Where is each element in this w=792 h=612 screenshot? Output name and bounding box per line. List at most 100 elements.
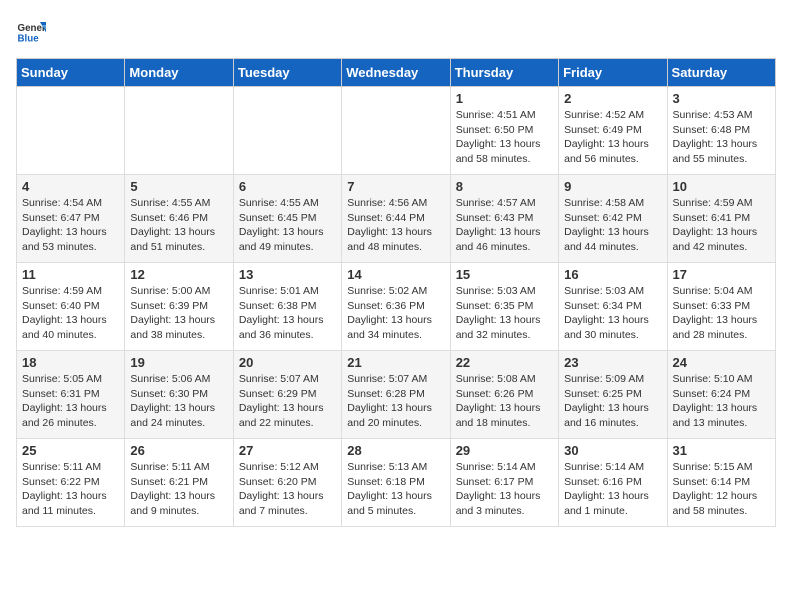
day-info: Sunrise: 4:59 AM Sunset: 6:40 PM Dayligh… xyxy=(22,284,119,343)
calendar-cell: 31Sunrise: 5:15 AM Sunset: 6:14 PM Dayli… xyxy=(667,439,775,527)
day-number: 15 xyxy=(456,267,553,282)
calendar-cell: 3Sunrise: 4:53 AM Sunset: 6:48 PM Daylig… xyxy=(667,87,775,175)
day-number: 17 xyxy=(673,267,770,282)
day-number: 18 xyxy=(22,355,119,370)
header-tuesday: Tuesday xyxy=(233,59,341,87)
day-number: 10 xyxy=(673,179,770,194)
calendar-cell: 13 Sunrise: 5:01 AM Sunset: 6:38 PM Dayli… xyxy=(233,263,341,351)
calendar-cell: 26Sunrise: 5:11 AM Sunset: 6:21 PM Dayli… xyxy=(125,439,233,527)
calendar-cell: 19 Sunrise: 5:06 AM Sunset: 6:30 PM Dayli… xyxy=(125,351,233,439)
day-number: 5 xyxy=(130,179,227,194)
day-info: Sunrise: 5:15 AM Sunset: 6:14 PM Dayligh… xyxy=(673,460,770,519)
day-info: Sunrise: 5:07 AM Sunset: 6:28 PM Dayligh… xyxy=(347,372,444,431)
day-info: Sunrise: 5:04 AM Sunset: 6:33 PM Dayligh… xyxy=(673,284,770,343)
calendar-cell: 27Sunrise: 5:12 AM Sunset: 6:20 PM Dayli… xyxy=(233,439,341,527)
calendar-cell: 20Sunrise: 5:07 AM Sunset: 6:29 PM Dayli… xyxy=(233,351,341,439)
calendar-week-row: 4 Sunrise: 4:54 AM Sunset: 6:47 PM Daylig… xyxy=(17,175,776,263)
day-info: Sunrise: 5:08 AM Sunset: 6:26 PM Dayligh… xyxy=(456,372,553,431)
calendar-cell: 9 Sunrise: 4:58 AM Sunset: 6:42 PM Daylig… xyxy=(559,175,667,263)
day-number: 23 xyxy=(564,355,661,370)
day-number: 25 xyxy=(22,443,119,458)
calendar-cell: 11 Sunrise: 4:59 AM Sunset: 6:40 PM Dayli… xyxy=(17,263,125,351)
day-info: Sunrise: 5:03 AM Sunset: 6:35 PM Dayligh… xyxy=(456,284,553,343)
calendar-cell: 25 Sunrise: 5:11 AM Sunset: 6:22 PM Dayli… xyxy=(17,439,125,527)
day-number: 8 xyxy=(456,179,553,194)
day-number: 4 xyxy=(22,179,119,194)
calendar-cell: 21 Sunrise: 5:07 AM Sunset: 6:28 PM Dayli… xyxy=(342,351,450,439)
day-info: Sunrise: 4:55 AM Sunset: 6:45 PM Dayligh… xyxy=(239,196,336,255)
day-number: 29 xyxy=(456,443,553,458)
header-monday: Monday xyxy=(125,59,233,87)
calendar-cell: 7Sunrise: 4:56 AM Sunset: 6:44 PM Daylig… xyxy=(342,175,450,263)
day-info: Sunrise: 5:06 AM Sunset: 6:30 PM Dayligh… xyxy=(130,372,227,431)
day-number: 7 xyxy=(347,179,444,194)
day-info: Sunrise: 4:54 AM Sunset: 6:47 PM Dayligh… xyxy=(22,196,119,255)
day-number: 1 xyxy=(456,91,553,106)
header-thursday: Thursday xyxy=(450,59,558,87)
day-info: Sunrise: 4:57 AM Sunset: 6:43 PM Dayligh… xyxy=(456,196,553,255)
calendar-table: SundayMondayTuesdayWednesdayThursdayFrid… xyxy=(16,58,776,527)
day-number: 9 xyxy=(564,179,661,194)
calendar-cell xyxy=(342,87,450,175)
calendar-cell: 6 Sunrise: 4:55 AM Sunset: 6:45 PM Daylig… xyxy=(233,175,341,263)
calendar-cell: 29 Sunrise: 5:14 AM Sunset: 6:17 PM Dayli… xyxy=(450,439,558,527)
header-wednesday: Wednesday xyxy=(342,59,450,87)
day-info: Sunrise: 4:51 AM Sunset: 6:50 PM Dayligh… xyxy=(456,108,553,167)
calendar-cell xyxy=(233,87,341,175)
day-number: 2 xyxy=(564,91,661,106)
day-info: Sunrise: 4:59 AM Sunset: 6:41 PM Dayligh… xyxy=(673,196,770,255)
header-saturday: Saturday xyxy=(667,59,775,87)
logo-icon: General Blue xyxy=(16,16,46,46)
calendar-cell: 2 Sunrise: 4:52 AM Sunset: 6:49 PM Daylig… xyxy=(559,87,667,175)
day-number: 22 xyxy=(456,355,553,370)
calendar-cell: 4 Sunrise: 4:54 AM Sunset: 6:47 PM Daylig… xyxy=(17,175,125,263)
calendar-cell xyxy=(17,87,125,175)
calendar-cell: 23 Sunrise: 5:09 AM Sunset: 6:25 PM Dayli… xyxy=(559,351,667,439)
calendar-cell: 1 Sunrise: 4:51 AM Sunset: 6:50 PM Daylig… xyxy=(450,87,558,175)
day-info: Sunrise: 5:14 AM Sunset: 6:16 PM Dayligh… xyxy=(564,460,661,519)
day-info: Sunrise: 5:13 AM Sunset: 6:18 PM Dayligh… xyxy=(347,460,444,519)
day-number: 26 xyxy=(130,443,227,458)
day-number: 6 xyxy=(239,179,336,194)
day-info: Sunrise: 5:11 AM Sunset: 6:22 PM Dayligh… xyxy=(22,460,119,519)
day-number: 16 xyxy=(564,267,661,282)
calendar-header-row: SundayMondayTuesdayWednesdayThursdayFrid… xyxy=(17,59,776,87)
day-info: Sunrise: 5:14 AM Sunset: 6:17 PM Dayligh… xyxy=(456,460,553,519)
day-number: 11 xyxy=(22,267,119,282)
day-number: 14 xyxy=(347,267,444,282)
day-info: Sunrise: 4:58 AM Sunset: 6:42 PM Dayligh… xyxy=(564,196,661,255)
page-header: General Blue xyxy=(16,16,776,46)
logo: General Blue xyxy=(16,16,50,46)
day-number: 19 xyxy=(130,355,227,370)
day-number: 30 xyxy=(564,443,661,458)
day-info: Sunrise: 5:03 AM Sunset: 6:34 PM Dayligh… xyxy=(564,284,661,343)
calendar-cell: 16 Sunrise: 5:03 AM Sunset: 6:34 PM Dayli… xyxy=(559,263,667,351)
header-friday: Friday xyxy=(559,59,667,87)
day-info: Sunrise: 5:01 AM Sunset: 6:38 PM Dayligh… xyxy=(239,284,336,343)
calendar-cell: 5 Sunrise: 4:55 AM Sunset: 6:46 PM Daylig… xyxy=(125,175,233,263)
day-info: Sunrise: 5:02 AM Sunset: 6:36 PM Dayligh… xyxy=(347,284,444,343)
calendar-cell: 12Sunrise: 5:00 AM Sunset: 6:39 PM Dayli… xyxy=(125,263,233,351)
header-sunday: Sunday xyxy=(17,59,125,87)
calendar-cell: 22 Sunrise: 5:08 AM Sunset: 6:26 PM Dayli… xyxy=(450,351,558,439)
calendar-week-row: 1 Sunrise: 4:51 AM Sunset: 6:50 PM Daylig… xyxy=(17,87,776,175)
day-number: 27 xyxy=(239,443,336,458)
day-number: 3 xyxy=(673,91,770,106)
calendar-week-row: 18Sunrise: 5:05 AM Sunset: 6:31 PM Dayli… xyxy=(17,351,776,439)
day-info: Sunrise: 4:55 AM Sunset: 6:46 PM Dayligh… xyxy=(130,196,227,255)
day-info: Sunrise: 4:52 AM Sunset: 6:49 PM Dayligh… xyxy=(564,108,661,167)
day-number: 28 xyxy=(347,443,444,458)
calendar-week-row: 25 Sunrise: 5:11 AM Sunset: 6:22 PM Dayli… xyxy=(17,439,776,527)
calendar-cell: 28 Sunrise: 5:13 AM Sunset: 6:18 PM Dayli… xyxy=(342,439,450,527)
day-info: Sunrise: 5:09 AM Sunset: 6:25 PM Dayligh… xyxy=(564,372,661,431)
day-number: 24 xyxy=(673,355,770,370)
day-info: Sunrise: 5:10 AM Sunset: 6:24 PM Dayligh… xyxy=(673,372,770,431)
calendar-cell: 30 Sunrise: 5:14 AM Sunset: 6:16 PM Dayli… xyxy=(559,439,667,527)
day-number: 12 xyxy=(130,267,227,282)
calendar-cell xyxy=(125,87,233,175)
day-number: 21 xyxy=(347,355,444,370)
calendar-cell: 18Sunrise: 5:05 AM Sunset: 6:31 PM Dayli… xyxy=(17,351,125,439)
svg-text:Blue: Blue xyxy=(18,34,40,45)
day-number: 13 xyxy=(239,267,336,282)
calendar-cell: 17 Sunrise: 5:04 AM Sunset: 6:33 PM Dayli… xyxy=(667,263,775,351)
